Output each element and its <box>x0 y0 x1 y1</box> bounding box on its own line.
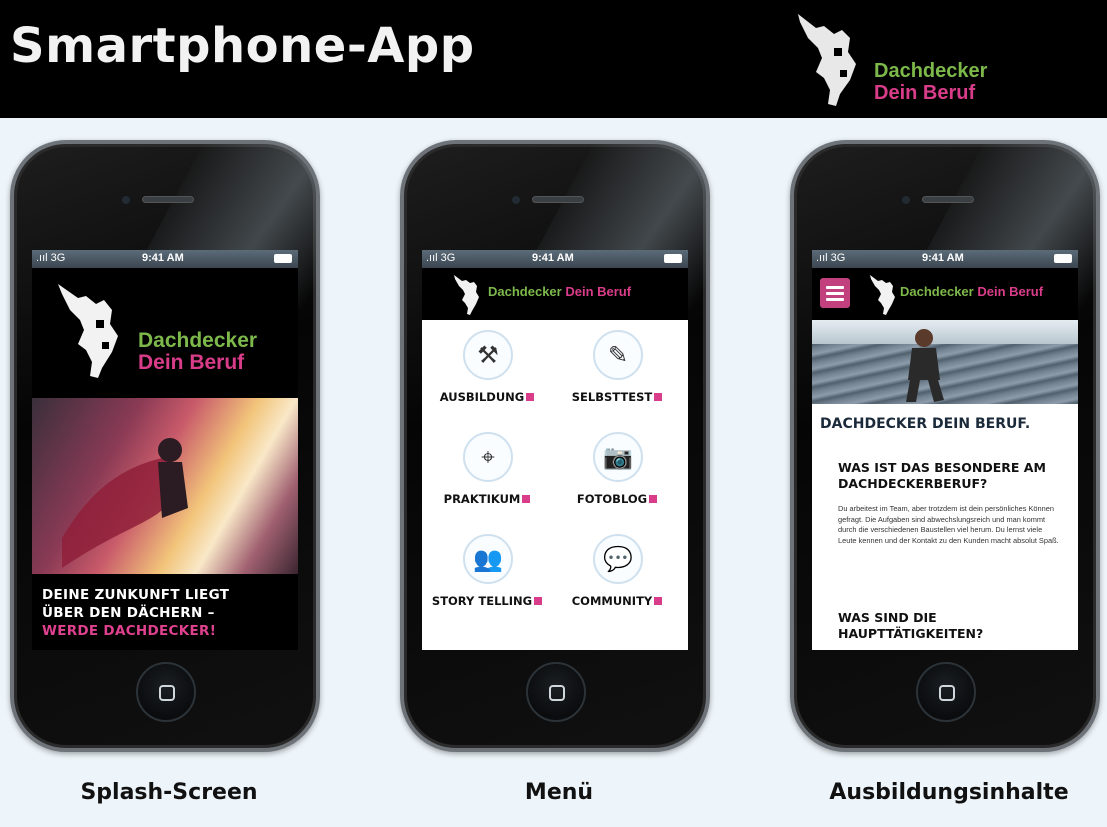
phone-menu: .ııl 3G 9:41 AM Dachdecker Dein Beruf ⚒ … <box>400 140 710 752</box>
brand-line-1: Dachdecker <box>874 60 988 82</box>
pink-square-icon <box>534 597 543 605</box>
home-button[interactable] <box>136 662 196 722</box>
hero-image <box>32 398 298 574</box>
phone-splash: .ııl 3G 9:41 AM Dachdecker Dein Beruf DE… <box>10 140 320 752</box>
menu-item-storytelling[interactable]: 👥 STORY TELLING <box>422 528 552 628</box>
brand-pink: Dein Beruf <box>565 284 632 299</box>
brand-green: Dachdecker <box>488 284 562 299</box>
menu-grid: ⚒ AUSBILDUNG ✎ SELBSTTEST ⌖ PRAKTIKUM 📷 … <box>422 320 688 650</box>
roofer-worker-icon <box>906 329 944 402</box>
app-brand: Dachdecker Dein Beruf <box>488 284 631 299</box>
home-button[interactable] <box>916 662 976 722</box>
label-text: STORY TELLING <box>431 594 533 608</box>
content-heading-2: WAS SIND DIE HAUPTTÄTIGKEITEN? <box>838 610 984 641</box>
pink-square-icon <box>649 495 658 503</box>
battery-icon <box>274 254 292 263</box>
front-camera <box>122 196 130 204</box>
content-body: DACHDECKER DEIN BERUF. WAS IST DAS BESON… <box>812 404 1078 650</box>
front-camera <box>902 196 910 204</box>
menu-item-label: STORY TELLING <box>422 594 552 608</box>
content-paragraph: Du arbeitest im Team, aber trotzdem ist … <box>838 504 1059 545</box>
home-square-icon <box>939 685 955 701</box>
brand-pink: Dein Beruf <box>977 284 1044 299</box>
header-brand: Dachdecker Dein Beruf <box>874 60 987 104</box>
pink-square-icon <box>522 495 531 503</box>
caption-content: Ausbildungsinhalte <box>829 780 1069 805</box>
menu-item-label: SELBSTTEST <box>552 390 682 404</box>
roofer-logo-icon <box>58 284 118 378</box>
pink-square-icon <box>654 597 663 605</box>
roof-photo <box>812 320 1078 404</box>
menu-item-label: FOTOBLOG <box>552 492 682 506</box>
signal-indicator: .ııl 3G <box>816 252 846 264</box>
edit-icon: ✎ <box>593 330 643 380</box>
menu-item-label: AUSBILDUNG <box>422 390 552 404</box>
status-time: 9:41 AM <box>922 252 964 264</box>
pink-square-icon <box>654 393 663 401</box>
pink-square-icon <box>526 393 535 401</box>
caption-splash: Splash-Screen <box>80 780 258 805</box>
label-text: AUSBILDUNG <box>439 390 525 404</box>
tagline-line-2: ÜBER DEN DÄCHERN – <box>42 605 215 621</box>
menu-item-praktikum[interactable]: ⌖ PRAKTIKUM <box>422 426 552 526</box>
tools-icon: ⚒ <box>463 330 513 380</box>
app-header: Dachdecker Dein Beruf <box>812 268 1078 320</box>
status-bar: .ııl 3G 9:41 AM <box>32 250 298 268</box>
earpiece-speaker <box>532 196 584 203</box>
front-camera <box>512 196 520 204</box>
roofer-logo-icon <box>454 275 479 315</box>
people-icon: 👥 <box>463 534 513 584</box>
status-bar: .ııl 3G 9:41 AM <box>812 250 1078 268</box>
caption-menu: Menü <box>524 780 594 805</box>
app-brand: Dachdecker Dein Beruf <box>900 284 1043 299</box>
home-button[interactable] <box>526 662 586 722</box>
brand-line-2: Dein Beruf <box>874 82 976 104</box>
splash-brand: Dachdecker Dein Beruf <box>138 330 257 374</box>
tagline-line-3: WERDE DACHDECKER! <box>42 623 217 639</box>
roofer-logo-icon <box>798 14 856 106</box>
status-time: 9:41 AM <box>532 252 574 264</box>
content-heading-1: WAS IST DAS BESONDERE AM DACHDECKERBERUF… <box>838 460 1046 491</box>
page-title: Smartphone-App <box>10 18 475 74</box>
battery-icon <box>1054 254 1072 263</box>
menu-item-label: COMMUNITY <box>552 594 682 608</box>
map-pin-icon: ⌖ <box>463 432 513 482</box>
label-text: PRAKTIKUM <box>443 492 521 506</box>
app-header: Dachdecker Dein Beruf <box>422 268 688 320</box>
chat-icon: 💬 <box>593 534 643 584</box>
phone-content: .ııl 3G 9:41 AM Dachdecker Dein Beruf DA… <box>790 140 1100 752</box>
roofer-logo-icon <box>870 275 895 315</box>
menu-item-selbsttest[interactable]: ✎ SELBSTTEST <box>552 324 682 424</box>
signal-indicator: .ııl 3G <box>36 252 66 264</box>
content-title: DACHDECKER DEIN BERUF. <box>820 416 1031 432</box>
earpiece-speaker <box>142 196 194 203</box>
status-bar: .ııl 3G 9:41 AM <box>422 250 688 268</box>
camera-icon: 📷 <box>593 432 643 482</box>
brand-line-2: Dein Beruf <box>138 351 245 374</box>
label-text: COMMUNITY <box>571 594 653 608</box>
brand-green: Dachdecker <box>900 284 974 299</box>
menu-item-fotoblog[interactable]: 📷 FOTOBLOG <box>552 426 682 526</box>
page-header: Smartphone-App Dachdecker Dein Beruf <box>0 0 1107 118</box>
label-text: SELBSTTEST <box>571 390 653 404</box>
label-text: FOTOBLOG <box>576 492 648 506</box>
tagline-line-1: DEINE ZUNKUNFT LIEGT <box>42 587 230 603</box>
splash-tagline: DEINE ZUNKUNFT LIEGT ÜBER DEN DÄCHERN – … <box>42 586 229 640</box>
status-time: 9:41 AM <box>142 252 184 264</box>
home-square-icon <box>159 685 175 701</box>
hamburger-menu-button[interactable] <box>820 278 850 308</box>
signal-indicator: .ııl 3G <box>426 252 456 264</box>
menu-item-label: PRAKTIKUM <box>422 492 552 506</box>
home-square-icon <box>549 685 565 701</box>
menu-screen: .ııl 3G 9:41 AM Dachdecker Dein Beruf ⚒ … <box>422 250 688 650</box>
content-screen: .ııl 3G 9:41 AM Dachdecker Dein Beruf DA… <box>812 250 1078 650</box>
menu-item-community[interactable]: 💬 COMMUNITY <box>552 528 682 628</box>
splash-screen: .ııl 3G 9:41 AM Dachdecker Dein Beruf DE… <box>32 250 298 650</box>
brand-line-1: Dachdecker <box>138 329 258 352</box>
earpiece-speaker <box>922 196 974 203</box>
caped-figure-icon <box>62 438 188 568</box>
battery-icon <box>664 254 682 263</box>
menu-item-ausbildung[interactable]: ⚒ AUSBILDUNG <box>422 324 552 424</box>
